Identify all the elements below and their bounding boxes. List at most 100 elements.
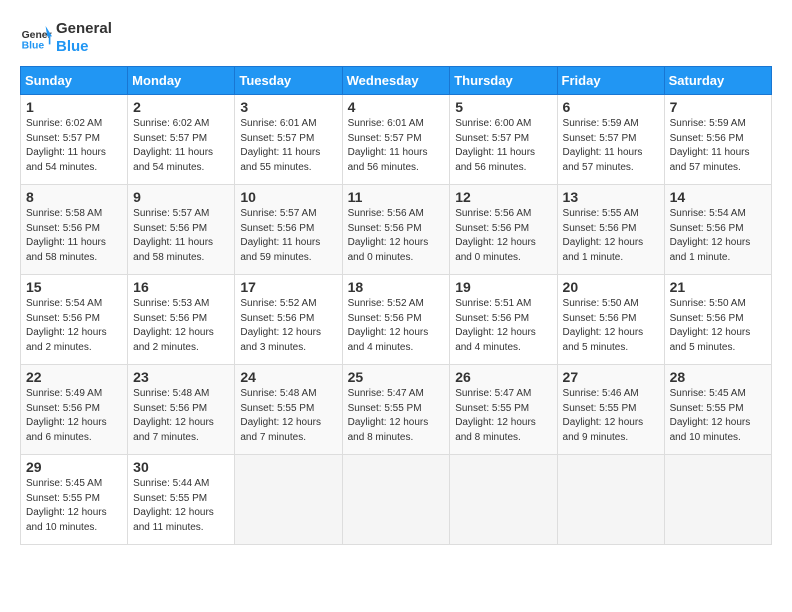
- calendar-day-cell: 9 Sunrise: 5:57 AM Sunset: 5:56 PM Dayli…: [128, 185, 235, 275]
- day-number: 20: [563, 279, 659, 295]
- logo: General Blue General Blue: [20, 20, 112, 56]
- day-info: Sunrise: 5:50 AM Sunset: 5:56 PM Dayligh…: [563, 297, 659, 355]
- calendar-day-cell: 5 Sunrise: 6:00 AM Sunset: 5:57 PM Dayli…: [450, 95, 557, 185]
- day-number: 24: [240, 369, 336, 385]
- calendar-day-cell: 28 Sunrise: 5:45 AM Sunset: 5:55 PM Dayl…: [664, 365, 771, 455]
- calendar-day-cell: 8 Sunrise: 5:58 AM Sunset: 5:56 PM Dayli…: [21, 185, 128, 275]
- day-info: Sunrise: 5:59 AM Sunset: 5:57 PM Dayligh…: [563, 117, 659, 175]
- svg-text:Blue: Blue: [22, 40, 45, 51]
- calendar-day-cell: 19 Sunrise: 5:51 AM Sunset: 5:56 PM Dayl…: [450, 275, 557, 365]
- calendar-week-row: 29 Sunrise: 5:45 AM Sunset: 5:55 PM Dayl…: [21, 455, 772, 545]
- day-of-week-header: Sunday: [21, 67, 128, 95]
- day-info: Sunrise: 5:49 AM Sunset: 5:56 PM Dayligh…: [26, 387, 122, 445]
- calendar-day-cell: 6 Sunrise: 5:59 AM Sunset: 5:57 PM Dayli…: [557, 95, 664, 185]
- day-info: Sunrise: 5:54 AM Sunset: 5:56 PM Dayligh…: [26, 297, 122, 355]
- day-info: Sunrise: 6:01 AM Sunset: 5:57 PM Dayligh…: [240, 117, 336, 175]
- day-number: 12: [455, 189, 551, 205]
- day-number: 29: [26, 459, 122, 475]
- calendar-day-cell: 25 Sunrise: 5:47 AM Sunset: 5:55 PM Dayl…: [342, 365, 450, 455]
- day-info: Sunrise: 5:44 AM Sunset: 5:55 PM Dayligh…: [133, 477, 229, 535]
- calendar-day-cell: 4 Sunrise: 6:01 AM Sunset: 5:57 PM Dayli…: [342, 95, 450, 185]
- day-number: 25: [348, 369, 445, 385]
- calendar-day-cell: 2 Sunrise: 6:02 AM Sunset: 5:57 PM Dayli…: [128, 95, 235, 185]
- day-number: 14: [670, 189, 766, 205]
- day-number: 9: [133, 189, 229, 205]
- day-of-week-header: Friday: [557, 67, 664, 95]
- calendar-week-row: 22 Sunrise: 5:49 AM Sunset: 5:56 PM Dayl…: [21, 365, 772, 455]
- day-number: 7: [670, 99, 766, 115]
- day-number: 21: [670, 279, 766, 295]
- day-info: Sunrise: 6:00 AM Sunset: 5:57 PM Dayligh…: [455, 117, 551, 175]
- day-number: 8: [26, 189, 122, 205]
- calendar-day-cell: 16 Sunrise: 5:53 AM Sunset: 5:56 PM Dayl…: [128, 275, 235, 365]
- day-info: Sunrise: 5:47 AM Sunset: 5:55 PM Dayligh…: [348, 387, 445, 445]
- day-of-week-header: Wednesday: [342, 67, 450, 95]
- calendar-day-cell: 20 Sunrise: 5:50 AM Sunset: 5:56 PM Dayl…: [557, 275, 664, 365]
- logo-general: General: [56, 20, 112, 38]
- day-info: Sunrise: 6:01 AM Sunset: 5:57 PM Dayligh…: [348, 117, 445, 175]
- calendar-day-cell: 21 Sunrise: 5:50 AM Sunset: 5:56 PM Dayl…: [664, 275, 771, 365]
- calendar-day-cell: 23 Sunrise: 5:48 AM Sunset: 5:56 PM Dayl…: [128, 365, 235, 455]
- calendar-day-cell: 3 Sunrise: 6:01 AM Sunset: 5:57 PM Dayli…: [235, 95, 342, 185]
- day-info: Sunrise: 5:54 AM Sunset: 5:56 PM Dayligh…: [670, 207, 766, 265]
- calendar-table: SundayMondayTuesdayWednesdayThursdayFrid…: [20, 66, 772, 545]
- day-info: Sunrise: 5:50 AM Sunset: 5:56 PM Dayligh…: [670, 297, 766, 355]
- day-number: 15: [26, 279, 122, 295]
- day-info: Sunrise: 5:53 AM Sunset: 5:56 PM Dayligh…: [133, 297, 229, 355]
- day-info: Sunrise: 6:02 AM Sunset: 5:57 PM Dayligh…: [133, 117, 229, 175]
- day-info: Sunrise: 5:55 AM Sunset: 5:56 PM Dayligh…: [563, 207, 659, 265]
- day-of-week-header: Saturday: [664, 67, 771, 95]
- day-number: 23: [133, 369, 229, 385]
- day-info: Sunrise: 5:52 AM Sunset: 5:56 PM Dayligh…: [348, 297, 445, 355]
- day-info: Sunrise: 5:51 AM Sunset: 5:56 PM Dayligh…: [455, 297, 551, 355]
- day-number: 2: [133, 99, 229, 115]
- calendar-day-cell: 22 Sunrise: 5:49 AM Sunset: 5:56 PM Dayl…: [21, 365, 128, 455]
- calendar-day-cell: 27 Sunrise: 5:46 AM Sunset: 5:55 PM Dayl…: [557, 365, 664, 455]
- day-of-week-header: Tuesday: [235, 67, 342, 95]
- day-info: Sunrise: 5:48 AM Sunset: 5:55 PM Dayligh…: [240, 387, 336, 445]
- day-of-week-header: Thursday: [450, 67, 557, 95]
- empty-cell: [557, 455, 664, 545]
- logo-blue: Blue: [56, 38, 112, 56]
- day-number: 22: [26, 369, 122, 385]
- day-info: Sunrise: 5:58 AM Sunset: 5:56 PM Dayligh…: [26, 207, 122, 265]
- empty-cell: [235, 455, 342, 545]
- calendar-week-row: 8 Sunrise: 5:58 AM Sunset: 5:56 PM Dayli…: [21, 185, 772, 275]
- day-number: 27: [563, 369, 659, 385]
- empty-cell: [342, 455, 450, 545]
- calendar-day-cell: 29 Sunrise: 5:45 AM Sunset: 5:55 PM Dayl…: [21, 455, 128, 545]
- calendar-day-cell: 15 Sunrise: 5:54 AM Sunset: 5:56 PM Dayl…: [21, 275, 128, 365]
- calendar-day-cell: 12 Sunrise: 5:56 AM Sunset: 5:56 PM Dayl…: [450, 185, 557, 275]
- day-number: 3: [240, 99, 336, 115]
- calendar-day-cell: 7 Sunrise: 5:59 AM Sunset: 5:56 PM Dayli…: [664, 95, 771, 185]
- logo-icon: General Blue: [20, 22, 52, 54]
- calendar-header: SundayMondayTuesdayWednesdayThursdayFrid…: [21, 67, 772, 95]
- day-number: 1: [26, 99, 122, 115]
- calendar-day-cell: 30 Sunrise: 5:44 AM Sunset: 5:55 PM Dayl…: [128, 455, 235, 545]
- day-number: 11: [348, 189, 445, 205]
- day-info: Sunrise: 5:57 AM Sunset: 5:56 PM Dayligh…: [240, 207, 336, 265]
- day-number: 30: [133, 459, 229, 475]
- day-number: 6: [563, 99, 659, 115]
- day-info: Sunrise: 5:52 AM Sunset: 5:56 PM Dayligh…: [240, 297, 336, 355]
- day-info: Sunrise: 5:48 AM Sunset: 5:56 PM Dayligh…: [133, 387, 229, 445]
- calendar-day-cell: 13 Sunrise: 5:55 AM Sunset: 5:56 PM Dayl…: [557, 185, 664, 275]
- empty-cell: [664, 455, 771, 545]
- day-info: Sunrise: 5:57 AM Sunset: 5:56 PM Dayligh…: [133, 207, 229, 265]
- day-number: 4: [348, 99, 445, 115]
- calendar-day-cell: 1 Sunrise: 6:02 AM Sunset: 5:57 PM Dayli…: [21, 95, 128, 185]
- day-info: Sunrise: 6:02 AM Sunset: 5:57 PM Dayligh…: [26, 117, 122, 175]
- day-info: Sunrise: 5:56 AM Sunset: 5:56 PM Dayligh…: [455, 207, 551, 265]
- day-number: 5: [455, 99, 551, 115]
- day-info: Sunrise: 5:46 AM Sunset: 5:55 PM Dayligh…: [563, 387, 659, 445]
- calendar-day-cell: 14 Sunrise: 5:54 AM Sunset: 5:56 PM Dayl…: [664, 185, 771, 275]
- day-number: 13: [563, 189, 659, 205]
- calendar-day-cell: 11 Sunrise: 5:56 AM Sunset: 5:56 PM Dayl…: [342, 185, 450, 275]
- calendar-day-cell: 18 Sunrise: 5:52 AM Sunset: 5:56 PM Dayl…: [342, 275, 450, 365]
- calendar-day-cell: 17 Sunrise: 5:52 AM Sunset: 5:56 PM Dayl…: [235, 275, 342, 365]
- calendar-week-row: 1 Sunrise: 6:02 AM Sunset: 5:57 PM Dayli…: [21, 95, 772, 185]
- day-number: 19: [455, 279, 551, 295]
- day-of-week-header: Monday: [128, 67, 235, 95]
- day-number: 17: [240, 279, 336, 295]
- day-info: Sunrise: 5:45 AM Sunset: 5:55 PM Dayligh…: [26, 477, 122, 535]
